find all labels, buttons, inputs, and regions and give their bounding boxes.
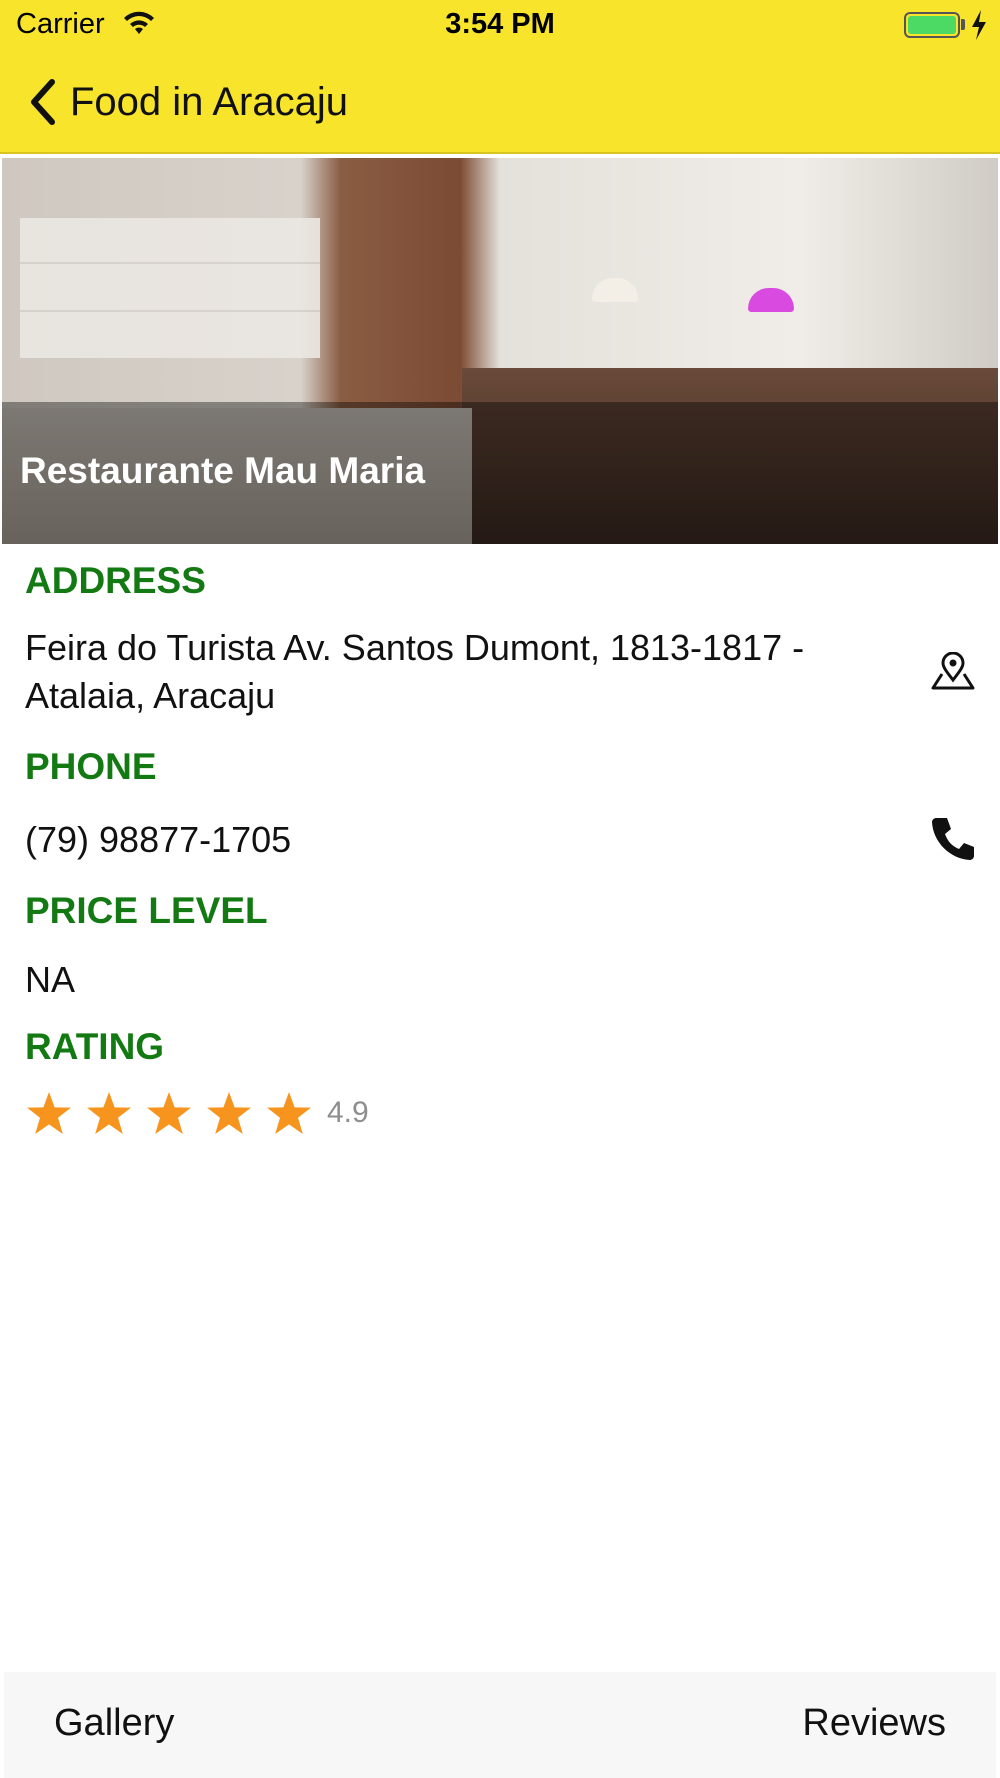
- rating-stars: 4.9: [25, 1090, 369, 1136]
- star-icon: [267, 1092, 311, 1134]
- battery-cap: [961, 19, 965, 30]
- restaurant-photo: Restaurante Mau Maria: [2, 158, 998, 544]
- rating-value: 4.9: [327, 1096, 369, 1129]
- phone-heading: PHONE: [25, 746, 157, 787]
- navigation-bar: Food in Aracaju: [0, 60, 1000, 140]
- battery-icon: [904, 12, 960, 38]
- star-icon: [147, 1092, 191, 1134]
- star-icon: [207, 1092, 251, 1134]
- star-icon: [27, 1092, 71, 1134]
- restaurant-name: Restaurante Mau Maria: [20, 450, 426, 491]
- map-pin-icon[interactable]: [930, 652, 976, 692]
- star-icon: [87, 1092, 131, 1134]
- phone-number: (79) 98877-1705: [25, 819, 292, 860]
- chalk-menu-wall: [20, 218, 320, 358]
- status-bar: Carrier 3:54 PM: [0, 0, 1000, 50]
- address-heading: ADDRESS: [25, 560, 206, 601]
- back-button[interactable]: Food in Aracaju: [26, 74, 348, 130]
- rating-heading: RATING: [25, 1026, 165, 1067]
- tab-reviews[interactable]: Reviews: [802, 1702, 946, 1745]
- phone-icon[interactable]: [930, 814, 976, 862]
- status-time: 3:54 PM: [445, 8, 555, 40]
- pendant-lamp: [592, 278, 638, 302]
- pendant-lamp: [748, 288, 794, 312]
- back-button-label: Food in Aracaju: [70, 79, 348, 124]
- bottom-tab-bar: Gallery Reviews: [4, 1672, 996, 1778]
- price-level-value: NA: [25, 959, 76, 1000]
- address-line-2: Atalaia, Aracaju: [25, 675, 276, 716]
- chevron-left-icon: [31, 79, 55, 125]
- price-level-heading: PRICE LEVEL: [25, 890, 268, 931]
- charging-bolt-icon: [972, 10, 986, 40]
- top-bar: Carrier 3:54 PM Food in Aracaju: [0, 0, 1000, 154]
- tab-gallery[interactable]: Gallery: [54, 1702, 174, 1745]
- address-line-1: Feira do Turista Av. Santos Dumont, 1813…: [25, 627, 805, 668]
